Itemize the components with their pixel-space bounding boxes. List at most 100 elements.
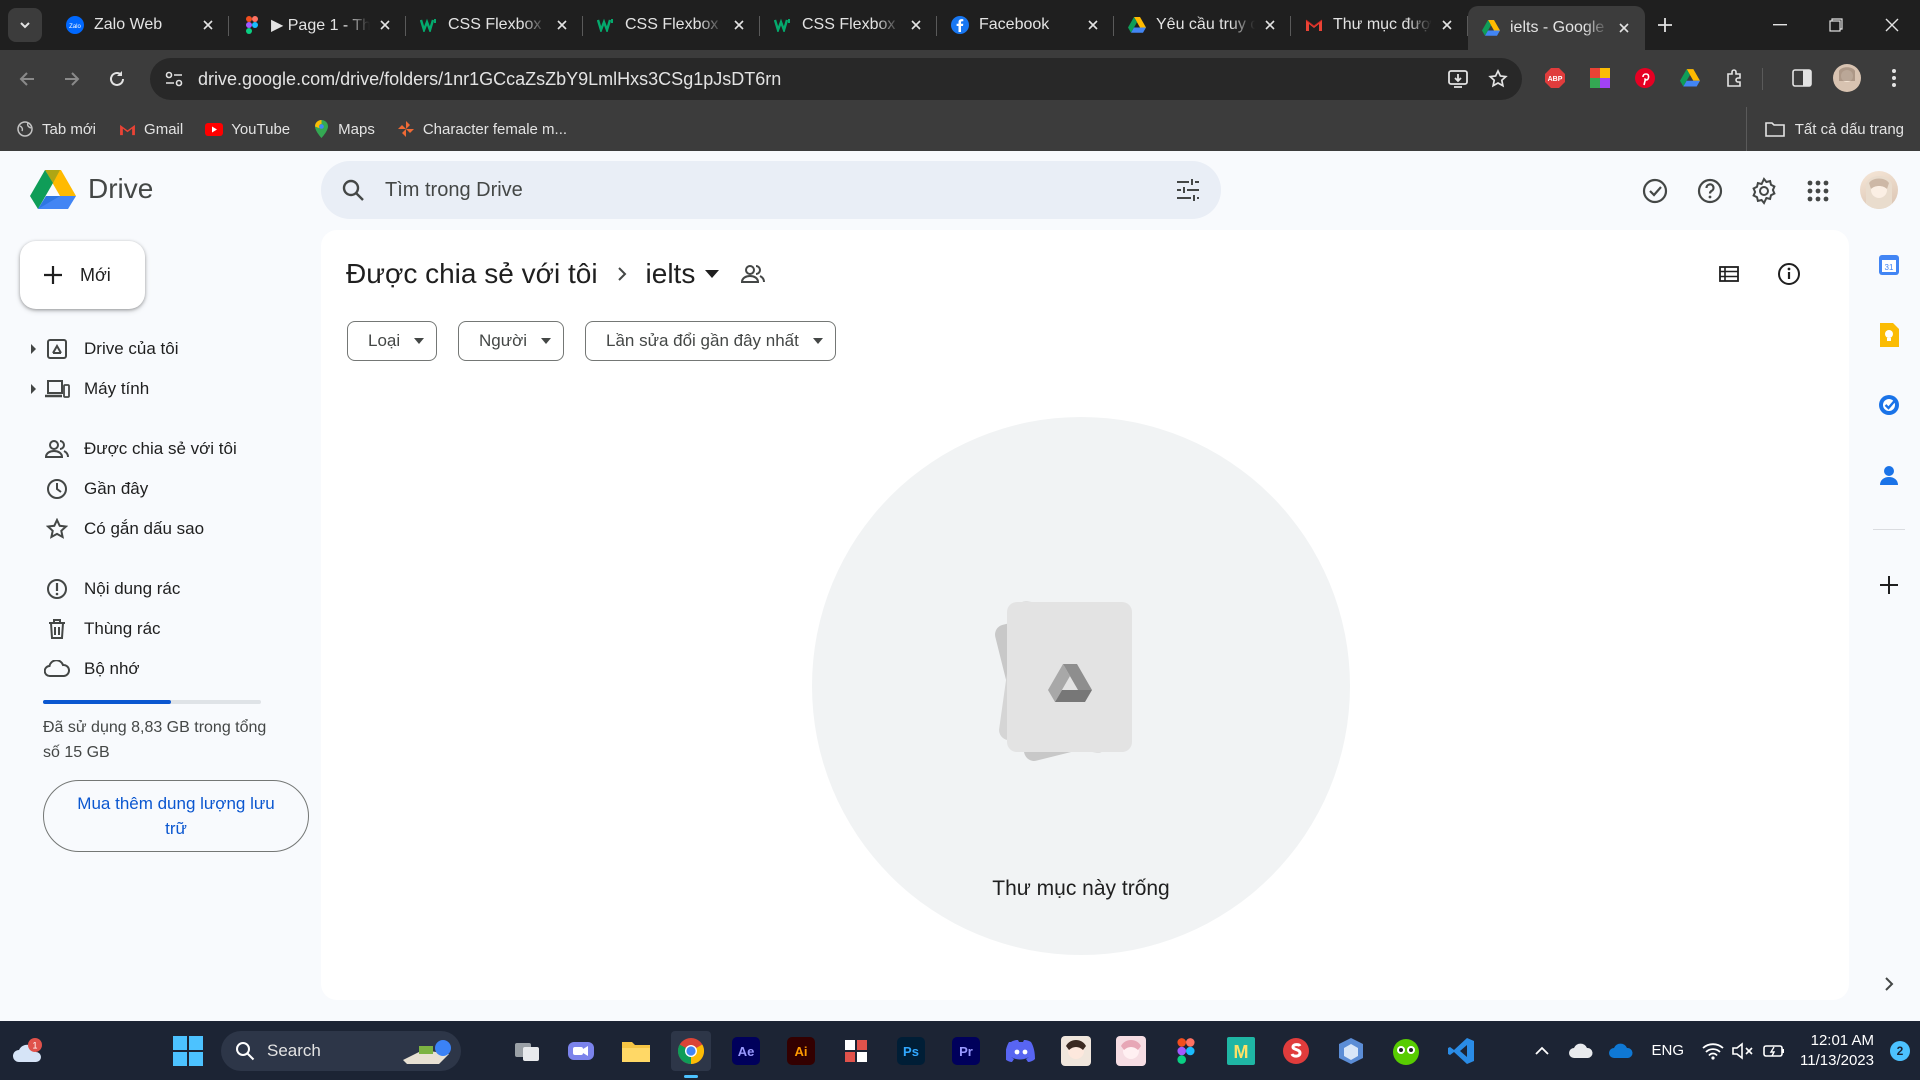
adblock-plus-icon[interactable]: ABP bbox=[1541, 64, 1569, 92]
system-clock[interactable]: 12:01 AM 11/13/2023 bbox=[1800, 1031, 1874, 1071]
after-effects-icon[interactable]: Ae bbox=[726, 1031, 766, 1071]
close-icon[interactable] bbox=[1615, 19, 1633, 37]
star-bookmark-icon[interactable] bbox=[1488, 69, 1508, 89]
mindmanager-icon[interactable]: M bbox=[1221, 1031, 1261, 1071]
close-icon[interactable] bbox=[1261, 16, 1279, 34]
nav-starred[interactable]: Có gắn dấu sao bbox=[28, 513, 204, 545]
nav-trash[interactable]: Thùng rác bbox=[28, 613, 161, 645]
google-drive-icon[interactable] bbox=[1676, 64, 1704, 92]
start-button[interactable] bbox=[168, 1031, 208, 1071]
all-bookmarks-button[interactable]: Tất cả dấu trang bbox=[1745, 107, 1904, 151]
language-indicator[interactable]: ENG bbox=[1652, 1042, 1685, 1059]
illustrator-icon[interactable]: Ai bbox=[781, 1031, 821, 1071]
drive-logo[interactable]: Drive bbox=[30, 169, 153, 209]
close-icon[interactable] bbox=[907, 16, 925, 34]
browser-tab[interactable]: Thư mục đượ bbox=[1291, 0, 1468, 50]
pinterest-icon[interactable] bbox=[1631, 64, 1659, 92]
color-picker-extension-icon[interactable] bbox=[1586, 64, 1614, 92]
buy-storage-button[interactable]: Mua thêm dung lượng lưu trữ bbox=[43, 780, 309, 852]
browser-tab[interactable]: CSS Flexbox ( bbox=[583, 0, 760, 50]
browser-tab[interactable]: ▶ Page 1 - Th bbox=[229, 0, 406, 50]
discord-icon[interactable] bbox=[1001, 1031, 1041, 1071]
search-icon[interactable] bbox=[341, 178, 365, 202]
reload-button[interactable] bbox=[100, 62, 134, 96]
bookmark-gmail[interactable]: Gmail bbox=[118, 120, 183, 138]
new-button[interactable]: Mới bbox=[20, 241, 145, 309]
keep-icon[interactable] bbox=[1873, 319, 1905, 351]
taskbar-search[interactable]: Search bbox=[221, 1031, 461, 1071]
profile-avatar[interactable] bbox=[1833, 64, 1861, 92]
bookmark-new-tab[interactable]: Tab mới bbox=[16, 120, 96, 138]
nav-recent[interactable]: Gần đây bbox=[28, 473, 148, 505]
nav-my-drive[interactable]: Drive của tôi bbox=[28, 333, 178, 365]
forward-button[interactable] bbox=[55, 62, 89, 96]
bookmark-character[interactable]: Character female m... bbox=[397, 120, 567, 138]
extensions-puzzle-icon[interactable] bbox=[1721, 64, 1749, 92]
close-window-button[interactable] bbox=[1864, 0, 1920, 50]
photoshop-icon[interactable]: Ps bbox=[891, 1031, 931, 1071]
search-options-icon[interactable] bbox=[1175, 178, 1201, 202]
duolingo-icon[interactable] bbox=[1386, 1031, 1426, 1071]
close-icon[interactable] bbox=[199, 16, 217, 34]
close-icon[interactable] bbox=[1438, 16, 1456, 34]
premiere-pro-icon[interactable]: Pr bbox=[946, 1031, 986, 1071]
virtualbox-icon[interactable] bbox=[1331, 1031, 1371, 1071]
notification-badge[interactable]: 2 bbox=[1890, 1040, 1910, 1061]
breadcrumb-current-folder[interactable]: ielts bbox=[646, 258, 720, 290]
back-button[interactable] bbox=[10, 62, 44, 96]
side-panel-icon[interactable] bbox=[1788, 64, 1816, 92]
site-info-icon[interactable] bbox=[164, 70, 184, 88]
filter-modified-chip[interactable]: Lần sửa đổi gần đây nhất bbox=[585, 321, 836, 361]
contacts-icon[interactable] bbox=[1873, 459, 1905, 491]
snipping-tool-icon[interactable] bbox=[836, 1031, 876, 1071]
filter-people-chip[interactable]: Người bbox=[458, 321, 565, 361]
help-icon[interactable] bbox=[1693, 174, 1727, 208]
install-app-icon[interactable] bbox=[1448, 69, 1470, 89]
search-input[interactable]: Tìm trong Drive bbox=[385, 179, 1175, 202]
task-view-icon[interactable] bbox=[507, 1031, 547, 1071]
nav-computers[interactable]: Máy tính bbox=[28, 373, 149, 405]
tasks-icon[interactable] bbox=[1873, 389, 1905, 421]
browser-tab[interactable]: CSS Flexbox I bbox=[760, 0, 937, 50]
browser-tab[interactable]: CSS Flexbox ( bbox=[406, 0, 583, 50]
get-addons-plus-icon[interactable] bbox=[1873, 569, 1905, 601]
chevron-right-icon[interactable] bbox=[1873, 968, 1905, 1000]
browser-tab-active[interactable]: ielts - Google bbox=[1468, 6, 1645, 50]
figma-icon[interactable] bbox=[1166, 1031, 1206, 1071]
browser-tab[interactable]: Zalo Zalo Web bbox=[52, 0, 229, 50]
file-explorer-icon[interactable] bbox=[616, 1031, 656, 1071]
calendar-icon[interactable]: 31 bbox=[1873, 249, 1905, 281]
chrome-menu-icon[interactable] bbox=[1880, 64, 1908, 92]
close-icon[interactable] bbox=[1084, 16, 1102, 34]
new-tab-button[interactable] bbox=[1652, 12, 1678, 38]
tab-search-button[interactable] bbox=[8, 8, 42, 42]
browser-tab[interactable]: Yêu cầu truy c bbox=[1114, 0, 1291, 50]
breadcrumb-parent[interactable]: Được chia sẻ với tôi bbox=[346, 258, 598, 290]
anime-app-icon[interactable] bbox=[1056, 1031, 1096, 1071]
minimize-button[interactable] bbox=[1752, 0, 1808, 50]
ready-for-offline-icon[interactable] bbox=[1638, 174, 1672, 208]
view-details-button[interactable] bbox=[1771, 256, 1807, 292]
close-icon[interactable] bbox=[376, 16, 394, 34]
close-icon[interactable] bbox=[730, 16, 748, 34]
onedrive-cloud-icon[interactable] bbox=[1568, 1043, 1594, 1059]
restore-button[interactable] bbox=[1808, 0, 1864, 50]
browser-tab[interactable]: Facebook bbox=[937, 0, 1114, 50]
list-view-toggle[interactable] bbox=[1711, 256, 1747, 292]
anime-app-icon[interactable] bbox=[1111, 1031, 1151, 1071]
filter-type-chip[interactable]: Loại bbox=[347, 321, 438, 361]
vscode-icon[interactable] bbox=[1441, 1031, 1481, 1071]
nav-shared-with-me[interactable]: Được chia sẻ với tôi bbox=[28, 433, 237, 465]
nav-storage[interactable]: Bộ nhớ bbox=[28, 653, 140, 685]
bookmark-youtube[interactable]: YouTube bbox=[205, 120, 290, 138]
nav-spam[interactable]: Nội dung rác bbox=[28, 573, 180, 605]
google-apps-grid-icon[interactable] bbox=[1801, 174, 1835, 208]
bookmark-maps[interactable]: Maps bbox=[312, 120, 375, 138]
drive-search-bar[interactable]: Tìm trong Drive bbox=[321, 161, 1221, 219]
battery-charging-icon[interactable] bbox=[1762, 1042, 1786, 1060]
meet-now-icon[interactable] bbox=[561, 1031, 601, 1071]
caret-right-icon[interactable] bbox=[28, 344, 40, 354]
onedrive-blue-icon[interactable] bbox=[1608, 1043, 1634, 1059]
chevron-up-icon[interactable] bbox=[1534, 1046, 1550, 1056]
chrome-taskbar-icon[interactable] bbox=[671, 1031, 711, 1071]
